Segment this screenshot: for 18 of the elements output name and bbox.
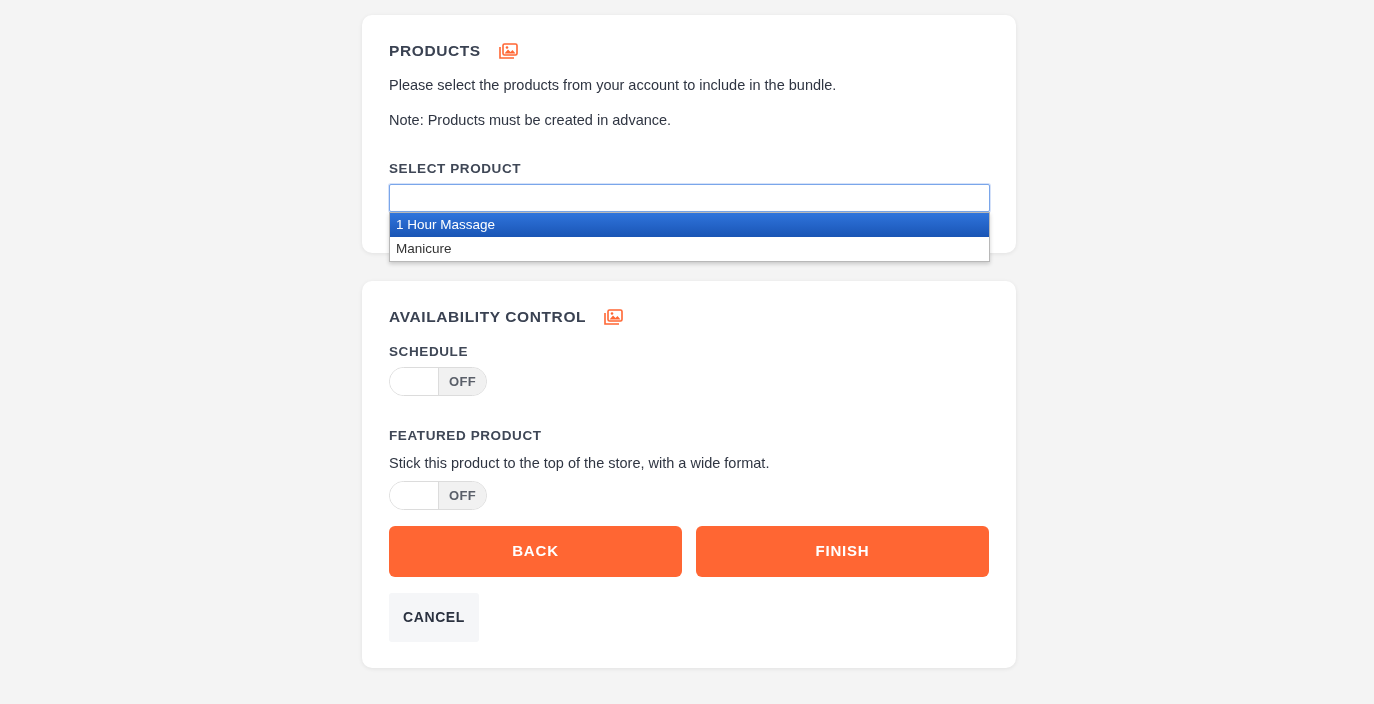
finish-button[interactable]: FINISH bbox=[696, 526, 989, 577]
note-text: Note: Products must be created in advance. bbox=[389, 111, 673, 129]
images-icon bbox=[498, 43, 518, 59]
dropdown-option[interactable]: 1 Hour Massage bbox=[390, 213, 989, 237]
field-label: SCHEDULE bbox=[389, 344, 470, 360]
description-text: Please select the products from your account to include in the bundle. bbox=[389, 76, 838, 94]
featured-toggle[interactable]: OFF bbox=[389, 481, 487, 510]
schedule-toggle[interactable]: OFF bbox=[389, 367, 487, 396]
back-button[interactable]: BACK bbox=[389, 526, 682, 577]
section-title: PRODUCTS bbox=[389, 42, 481, 60]
field-label: SELECT PRODUCT bbox=[389, 161, 523, 177]
description-text: Stick this product to the top of the store, with a wide format. bbox=[389, 454, 771, 472]
field-label: FEATURED PRODUCT bbox=[389, 428, 543, 444]
section-title: AVAILABILITY CONTROL bbox=[389, 308, 587, 326]
cancel-button[interactable]: CANCEL bbox=[389, 593, 479, 642]
images-icon bbox=[604, 309, 624, 325]
dropdown-option[interactable]: Manicure bbox=[390, 237, 989, 261]
select-field[interactable] bbox=[389, 184, 990, 212]
